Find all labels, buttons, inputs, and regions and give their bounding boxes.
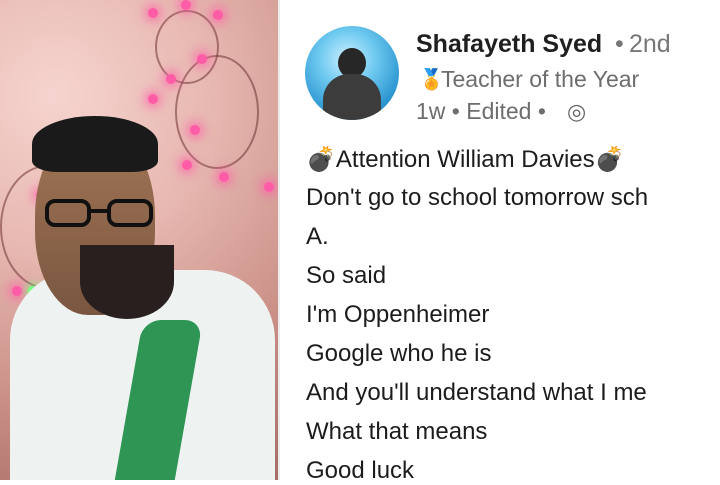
post-line: I'm Oppenheimer: [306, 301, 490, 328]
string-light: [264, 182, 274, 192]
post-line: A.: [306, 223, 329, 250]
panel-divider: [278, 0, 280, 480]
post-line: And you'll understand what I me: [306, 379, 647, 406]
avatar-figure-body: [323, 74, 381, 120]
post-line: Don't go to school tomorrow sch: [306, 184, 649, 211]
string-light: [197, 54, 207, 64]
string-light: [148, 94, 158, 104]
post-line-text: Attention William Davies: [335, 146, 595, 173]
bomb-icon: 💣: [594, 146, 625, 173]
connection-degree: 2nd: [629, 30, 671, 58]
post-meta: 1w • Edited •: [416, 98, 546, 125]
string-light: [219, 172, 229, 182]
author-name[interactable]: Shafayeth Syed: [416, 30, 602, 59]
meta-separator: •: [451, 98, 467, 124]
bomb-icon: 💣: [306, 146, 336, 173]
author-headline: Teacher of the Year: [419, 66, 639, 93]
person-beard: [80, 245, 174, 319]
glasses-icon: [45, 199, 153, 227]
person-hair: [32, 116, 158, 172]
post-line: Google who he is: [306, 340, 492, 367]
post-line: 💣Attention William Davies💣: [306, 145, 625, 174]
post-line: Good luck: [306, 457, 415, 484]
string-light: [190, 125, 200, 135]
light-wire: [175, 55, 259, 169]
post-time: 1w: [416, 98, 446, 124]
string-light: [181, 0, 191, 10]
globe-icon: ◎: [567, 99, 587, 124]
meta-separator: •: [537, 98, 546, 124]
string-light: [166, 74, 176, 84]
edited-label: Edited: [466, 98, 532, 124]
headline-text: Teacher of the Year: [441, 66, 640, 92]
string-light: [213, 10, 223, 20]
post-line: What that means: [306, 418, 488, 445]
separator-dot: •: [615, 30, 624, 58]
string-light: [148, 8, 158, 18]
author-avatar[interactable]: [305, 26, 399, 120]
string-light: [12, 286, 22, 296]
video-thumbnail: [0, 0, 278, 480]
string-light: [182, 160, 192, 170]
post-line: So said: [306, 262, 387, 289]
